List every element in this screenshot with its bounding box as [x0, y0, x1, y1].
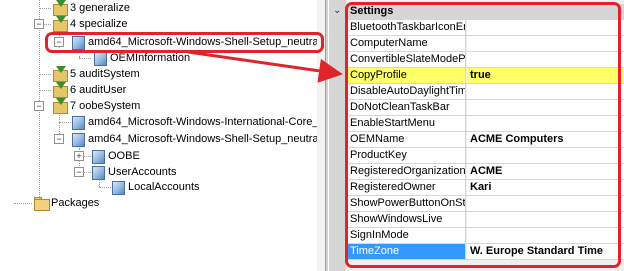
property-value[interactable]	[467, 52, 624, 67]
property-row[interactable]: ConvertibleSlateModePromptPreference	[346, 52, 624, 68]
property-value[interactable]	[467, 116, 624, 131]
property-name: RegisteredOwner	[346, 180, 466, 195]
collapse-category-icon[interactable]: ⌄	[333, 5, 341, 16]
tree-node-label: LocalAccounts	[128, 181, 200, 193]
configuration-pass-icon	[52, 98, 68, 114]
configuration-pass-icon	[52, 16, 68, 32]
collapse-toggle[interactable]: −	[54, 37, 64, 47]
property-row[interactable]: ShowPowerButtonOnStartScreen	[346, 196, 624, 212]
property-name: ShowWindowsLive	[346, 212, 466, 227]
property-name: OEMName	[346, 132, 466, 147]
tree-connector	[39, 74, 51, 75]
property-value[interactable]	[467, 148, 624, 163]
property-value[interactable]: W. Europe Standard Time	[467, 244, 624, 259]
tree-node-label: 4 specialize	[70, 18, 128, 30]
property-name: DisableAutoDaylightTimeSet	[346, 84, 466, 99]
property-name: BluetoothTaskbarIconEnabled	[346, 20, 466, 35]
tree-connector	[39, 8, 51, 9]
property-row[interactable]: EnableStartMenu	[346, 116, 624, 132]
property-value[interactable]	[467, 212, 624, 227]
tree-node-label: UserAccounts	[108, 166, 177, 178]
property-row[interactable]: ShowWindowsLive	[346, 212, 624, 228]
property-name: ProductKey	[346, 148, 466, 163]
property-row[interactable]: ProductKey	[346, 148, 624, 164]
answer-file-tree[interactable]: 3 generalize − 4 specialize − amd64_Micr…	[0, 0, 325, 271]
tree-node-label: OEMInformation	[110, 52, 191, 64]
tree-node-label: 5 auditSystem	[70, 68, 140, 80]
property-value[interactable]: ACME Computers	[467, 132, 624, 147]
component-icon	[70, 34, 86, 50]
property-row-copyprofile[interactable]: CopyProfile true	[346, 68, 624, 84]
tree-node-label: amd64_Microsoft-Windows-Shell-Setup_neut…	[88, 36, 321, 48]
tree-node-label: OOBE	[108, 150, 140, 162]
property-row[interactable]: SignInMode	[346, 228, 624, 244]
tree-scrollbar[interactable]	[317, 0, 325, 271]
tree-node-label: 3 generalize	[70, 2, 130, 14]
component-icon	[70, 131, 86, 147]
tree-connector	[39, 90, 51, 91]
tree-node-label: 7 oobeSystem	[70, 100, 141, 112]
component-icon	[70, 114, 86, 130]
property-name: EnableStartMenu	[346, 116, 466, 131]
properties-grid[interactable]: ⌄ Settings BluetoothTaskbarIconEnabled C…	[329, 0, 624, 271]
property-name: CopyProfile	[346, 68, 466, 83]
tree-node-label: 6 auditUser	[70, 84, 127, 96]
property-value[interactable]	[467, 100, 624, 115]
property-row[interactable]: RegisteredOrganization ACME	[346, 164, 624, 180]
property-row[interactable]: OEMName ACME Computers	[346, 132, 624, 148]
property-value[interactable]	[467, 84, 624, 99]
property-name: ConvertibleSlateModePromptPreference	[346, 52, 466, 67]
collapse-toggle[interactable]: −	[34, 19, 44, 29]
property-name: ComputerName	[346, 36, 466, 51]
property-name: RegisteredOrganization	[346, 164, 466, 179]
component-icon	[92, 50, 108, 66]
tree-node-label: amd64_Microsoft-Windows-Shell-Setup_neut…	[88, 133, 321, 145]
property-value[interactable]: true	[467, 68, 624, 83]
packages-folder-icon	[33, 195, 50, 211]
configuration-pass-icon	[52, 82, 68, 98]
tree-node-label: Packages	[51, 197, 100, 209]
tree-connector	[14, 203, 32, 204]
property-row-timezone[interactable]: TimeZone W. Europe Standard Time	[346, 244, 624, 260]
property-value[interactable]	[467, 196, 624, 211]
grid-margin	[329, 0, 346, 271]
property-row[interactable]: ComputerName	[346, 36, 624, 52]
collapse-toggle[interactable]: −	[74, 167, 84, 177]
property-row[interactable]: BluetoothTaskbarIconEnabled	[346, 20, 624, 36]
component-icon	[90, 148, 106, 164]
property-value[interactable]: Kari	[467, 180, 624, 195]
property-name: ShowPowerButtonOnStartScreen	[346, 196, 466, 211]
property-value[interactable]	[467, 20, 624, 35]
collapse-toggle[interactable]: −	[34, 101, 44, 111]
configuration-pass-icon	[52, 66, 68, 82]
component-icon	[110, 179, 126, 195]
expand-toggle[interactable]: +	[74, 151, 84, 161]
collapse-toggle[interactable]: −	[54, 134, 64, 144]
property-value[interactable]	[467, 36, 624, 51]
category-row-settings[interactable]: ⌄ Settings	[329, 4, 624, 20]
property-value[interactable]	[467, 228, 624, 243]
property-row[interactable]: RegisteredOwner Kari	[346, 180, 624, 196]
configuration-pass-icon	[52, 0, 68, 16]
category-title: Settings	[350, 5, 394, 17]
property-value[interactable]: ACME	[467, 164, 624, 179]
property-name: SignInMode	[346, 228, 466, 243]
property-row[interactable]: DoNotCleanTaskBar	[346, 100, 624, 116]
tree-node-label: amd64_Microsoft-Windows-International-Co…	[88, 116, 325, 128]
property-name: DoNotCleanTaskBar	[346, 100, 466, 115]
tree-connector	[79, 58, 91, 59]
property-name: TimeZone	[346, 244, 466, 259]
component-icon	[90, 164, 106, 180]
property-row[interactable]: DisableAutoDaylightTimeSet	[346, 84, 624, 100]
